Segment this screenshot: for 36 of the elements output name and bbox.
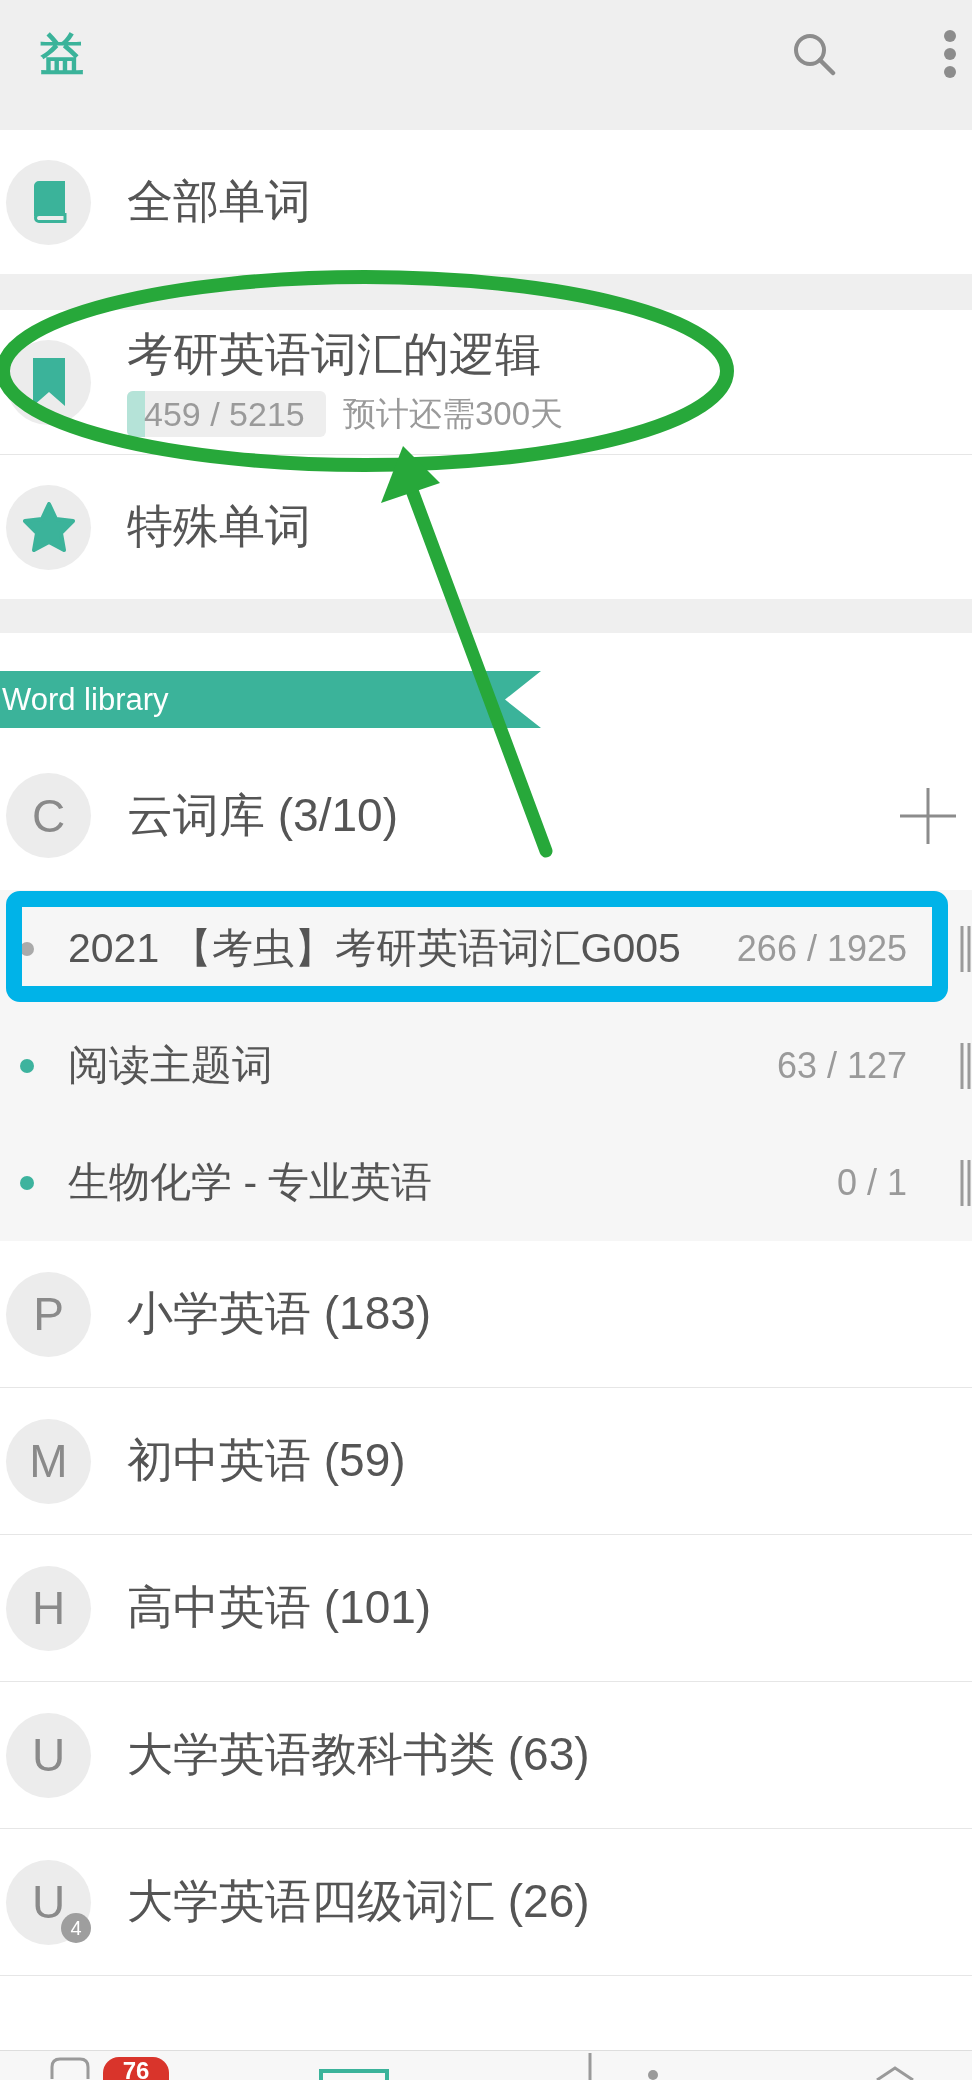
line-dot-icon[interactable] bbox=[588, 2053, 658, 2080]
library-title[interactable]: 高中英语 (101) bbox=[127, 1580, 432, 1636]
library-title[interactable]: 云词库 (3/10) bbox=[127, 787, 398, 844]
search-icon[interactable] bbox=[792, 32, 836, 76]
menu-item-label[interactable]: 特殊单词 bbox=[127, 499, 311, 555]
progress-count: 266 / 1925 bbox=[736, 926, 907, 971]
progress-count: 459 / 5215 bbox=[144, 396, 305, 431]
card-icon[interactable] bbox=[319, 2069, 389, 2080]
avatar-letter: P bbox=[33, 1291, 64, 1337]
drag-handle-icon[interactable] bbox=[960, 1159, 972, 1206]
notification-badge: 76 bbox=[103, 2057, 169, 2080]
home-icon[interactable] bbox=[875, 2066, 915, 2080]
menu-item-label[interactable]: 全部单词 bbox=[127, 174, 311, 230]
avatar-letter: M bbox=[29, 1438, 68, 1484]
plus-icon[interactable] bbox=[900, 787, 956, 844]
progress-count: 63 / 127 bbox=[776, 1043, 907, 1088]
drag-handle-icon[interactable] bbox=[960, 925, 972, 972]
book-title[interactable]: 生物化学 - 专业英语 bbox=[68, 1157, 433, 1208]
library-title[interactable]: 初中英语 (59) bbox=[127, 1433, 406, 1489]
book-title[interactable]: 阅读主题词 bbox=[68, 1040, 273, 1091]
drag-handle-icon[interactable] bbox=[960, 1042, 972, 1089]
book-title[interactable]: 2021 【考虫】考研英语词汇G005 bbox=[68, 923, 681, 974]
estimate-text: 预计还需300天 bbox=[343, 393, 564, 434]
book-title[interactable]: 考研英语词汇的逻辑 bbox=[127, 327, 564, 383]
progress-count: 0 / 1 bbox=[836, 1160, 907, 1205]
library-title[interactable]: 大学英语教科书类 (63) bbox=[127, 1727, 590, 1783]
avatar-letter: H bbox=[31, 1585, 66, 1631]
library-title[interactable]: 小学英语 (183) bbox=[127, 1286, 432, 1342]
avatar-letter: U bbox=[31, 1732, 66, 1778]
library-title[interactable]: 大学英语四级词汇 (26) bbox=[127, 1874, 590, 1930]
chat-bubble-icon[interactable] bbox=[50, 2057, 90, 2079]
more-menu-icon[interactable] bbox=[943, 29, 957, 79]
section-banner: Word library bbox=[0, 671, 541, 728]
app-title: 益 bbox=[40, 28, 84, 80]
avatar-letter: C bbox=[31, 792, 66, 839]
count-badge: 4 bbox=[61, 1912, 91, 1943]
